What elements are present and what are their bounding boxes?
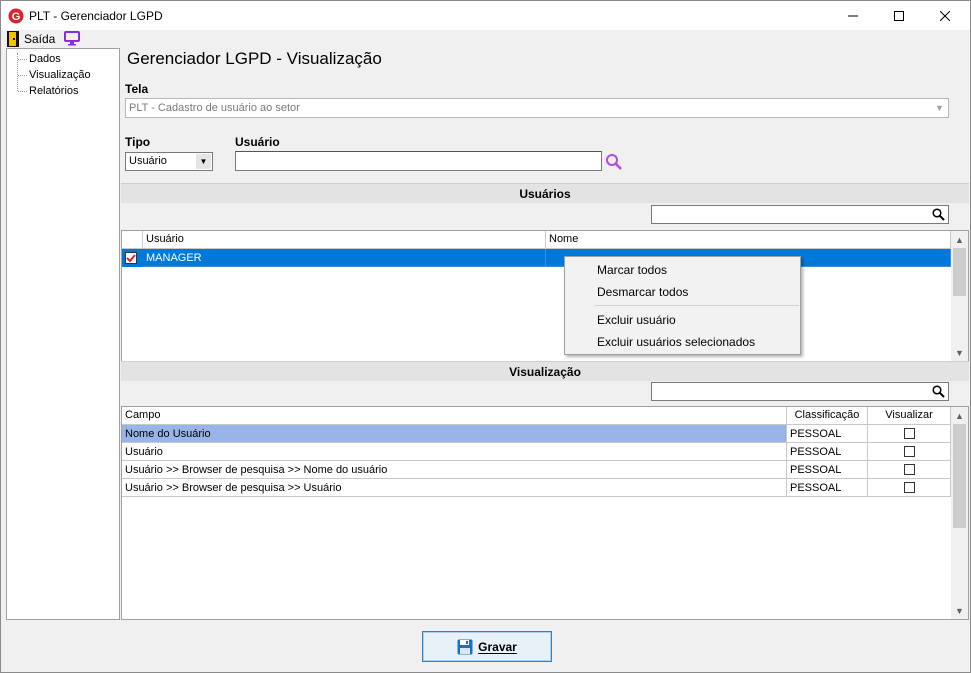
close-button[interactable] [922, 1, 968, 30]
scroll-down-icon[interactable]: ▼ [951, 344, 968, 361]
menu-item-desmarcar-todos[interactable]: Desmarcar todos [597, 285, 688, 299]
column-header-usuario[interactable]: Usuário [143, 231, 546, 249]
window-title: PLT - Gerenciador LGPD [29, 9, 163, 23]
row-checkbox-cell[interactable] [122, 249, 143, 267]
column-header-classificacao[interactable]: Classificação [787, 407, 868, 425]
tree-branch-line [18, 75, 27, 76]
monitor-icon[interactable] [64, 31, 80, 46]
cell-visualizar [868, 443, 951, 461]
users-vertical-scrollbar[interactable]: ▲ ▼ [951, 231, 968, 361]
tree-item-relatorios[interactable]: Relatórios [29, 85, 79, 97]
menu-separator [595, 305, 799, 306]
row-checkbox[interactable] [125, 252, 137, 264]
maximize-button[interactable] [876, 1, 922, 30]
menu-item-marcar-todos[interactable]: Marcar todos [597, 263, 667, 277]
scroll-thumb[interactable] [953, 248, 966, 296]
tipo-label: Tipo [125, 135, 151, 149]
tree-item-dados[interactable]: Dados [29, 53, 61, 65]
navigation-tree: Dados Visualização Relatórios [6, 48, 120, 620]
users-filter-input[interactable] [651, 205, 949, 224]
save-button-label: Gravar [478, 639, 517, 654]
visualizar-checkbox[interactable] [903, 481, 915, 493]
svg-text:G: G [12, 11, 21, 23]
cell-usuario: MANAGER [143, 249, 546, 267]
view-section-header: Visualização [121, 361, 969, 381]
tela-label: Tela [125, 82, 149, 96]
context-menu: Marcar todos Desmarcar todos Excluir usu… [564, 256, 801, 355]
table-header-checkbox [122, 231, 143, 249]
tipo-select[interactable]: Usuário ▼ [125, 152, 213, 171]
exit-menu-item[interactable]: Saída [24, 32, 55, 46]
save-disk-icon [457, 639, 473, 654]
tela-select[interactable]: PLT - Cadastro de usuário ao setor ▼ [125, 98, 949, 118]
cell-campo: Usuário >> Browser de pesquisa >> Usuári… [122, 479, 787, 497]
scroll-thumb[interactable] [953, 424, 966, 528]
menu-bar: Saída [1, 30, 970, 48]
cell-campo: Nome do Usuário [122, 425, 787, 443]
cell-classificacao: PESSOAL [787, 443, 868, 461]
cell-visualizar [868, 461, 951, 479]
search-icon[interactable] [932, 385, 945, 398]
usuario-label: Usuário [235, 135, 280, 149]
cell-classificacao: PESSOAL [787, 425, 868, 443]
visualizar-checkbox[interactable] [903, 445, 915, 457]
column-header-nome[interactable]: Nome [546, 231, 951, 249]
cell-visualizar [868, 479, 951, 497]
view-table: Campo Classificação Visualizar Nome do U… [121, 406, 969, 620]
table-row[interactable]: Usuário >> Browser de pesquisa >> Nome d… [122, 461, 951, 479]
view-vertical-scrollbar[interactable]: ▲ ▼ [951, 407, 968, 619]
checkmark-icon [126, 254, 136, 263]
column-header-visualizar[interactable]: Visualizar [868, 407, 951, 425]
view-filter-input[interactable] [651, 382, 949, 401]
scroll-down-icon[interactable]: ▼ [951, 602, 968, 619]
scroll-up-icon[interactable]: ▲ [951, 231, 968, 248]
search-icon[interactable] [605, 153, 623, 171]
tree-item-visualizacao[interactable]: Visualização [29, 69, 91, 81]
users-table: Usuário Nome MANAGER ▲ ▼ [121, 230, 969, 362]
chevron-down-icon[interactable]: ▼ [931, 99, 948, 117]
exit-door-icon[interactable] [7, 31, 19, 47]
tela-select-value: PLT - Cadastro de usuário ao setor [129, 102, 300, 114]
table-row[interactable]: Nome do Usuário PESSOAL [122, 425, 951, 443]
table-row[interactable]: MANAGER [122, 249, 951, 267]
chevron-down-icon[interactable]: ▼ [196, 154, 211, 169]
menu-item-excluir-selecionados[interactable]: Excluir usuários selecionados [597, 335, 755, 349]
tipo-select-value: Usuário [129, 155, 167, 167]
users-section-header: Usuários [121, 183, 969, 203]
app-logo-icon: G [8, 8, 24, 24]
minimize-icon [848, 15, 858, 16]
maximize-icon [894, 10, 904, 21]
minimize-button[interactable] [830, 1, 876, 30]
cell-classificacao: PESSOAL [787, 461, 868, 479]
main-window: G PLT - Gerenciador LGPD Saída Dados Vis… [0, 0, 971, 673]
cell-visualizar [868, 425, 951, 443]
visualizar-checkbox[interactable] [903, 463, 915, 475]
title-bar[interactable]: G PLT - Gerenciador LGPD [1, 1, 970, 30]
search-icon[interactable] [932, 208, 945, 221]
usuario-input[interactable] [235, 151, 602, 171]
menu-item-excluir-usuario[interactable]: Excluir usuário [597, 313, 676, 327]
cell-classificacao: PESSOAL [787, 479, 868, 497]
cell-campo: Usuário [122, 443, 787, 461]
tree-branch-line [18, 59, 27, 60]
page-title: Gerenciador LGPD - Visualização [127, 49, 382, 68]
tree-branch-line [18, 91, 27, 92]
scroll-up-icon[interactable]: ▲ [951, 407, 968, 424]
table-row[interactable]: Usuário PESSOAL [122, 443, 951, 461]
table-row[interactable]: Usuário >> Browser de pesquisa >> Usuári… [122, 479, 951, 497]
cell-campo: Usuário >> Browser de pesquisa >> Nome d… [122, 461, 787, 479]
close-icon [940, 10, 950, 21]
column-header-campo[interactable]: Campo [122, 407, 787, 425]
visualizar-checkbox[interactable] [903, 427, 915, 439]
save-button[interactable]: Gravar [422, 631, 552, 662]
